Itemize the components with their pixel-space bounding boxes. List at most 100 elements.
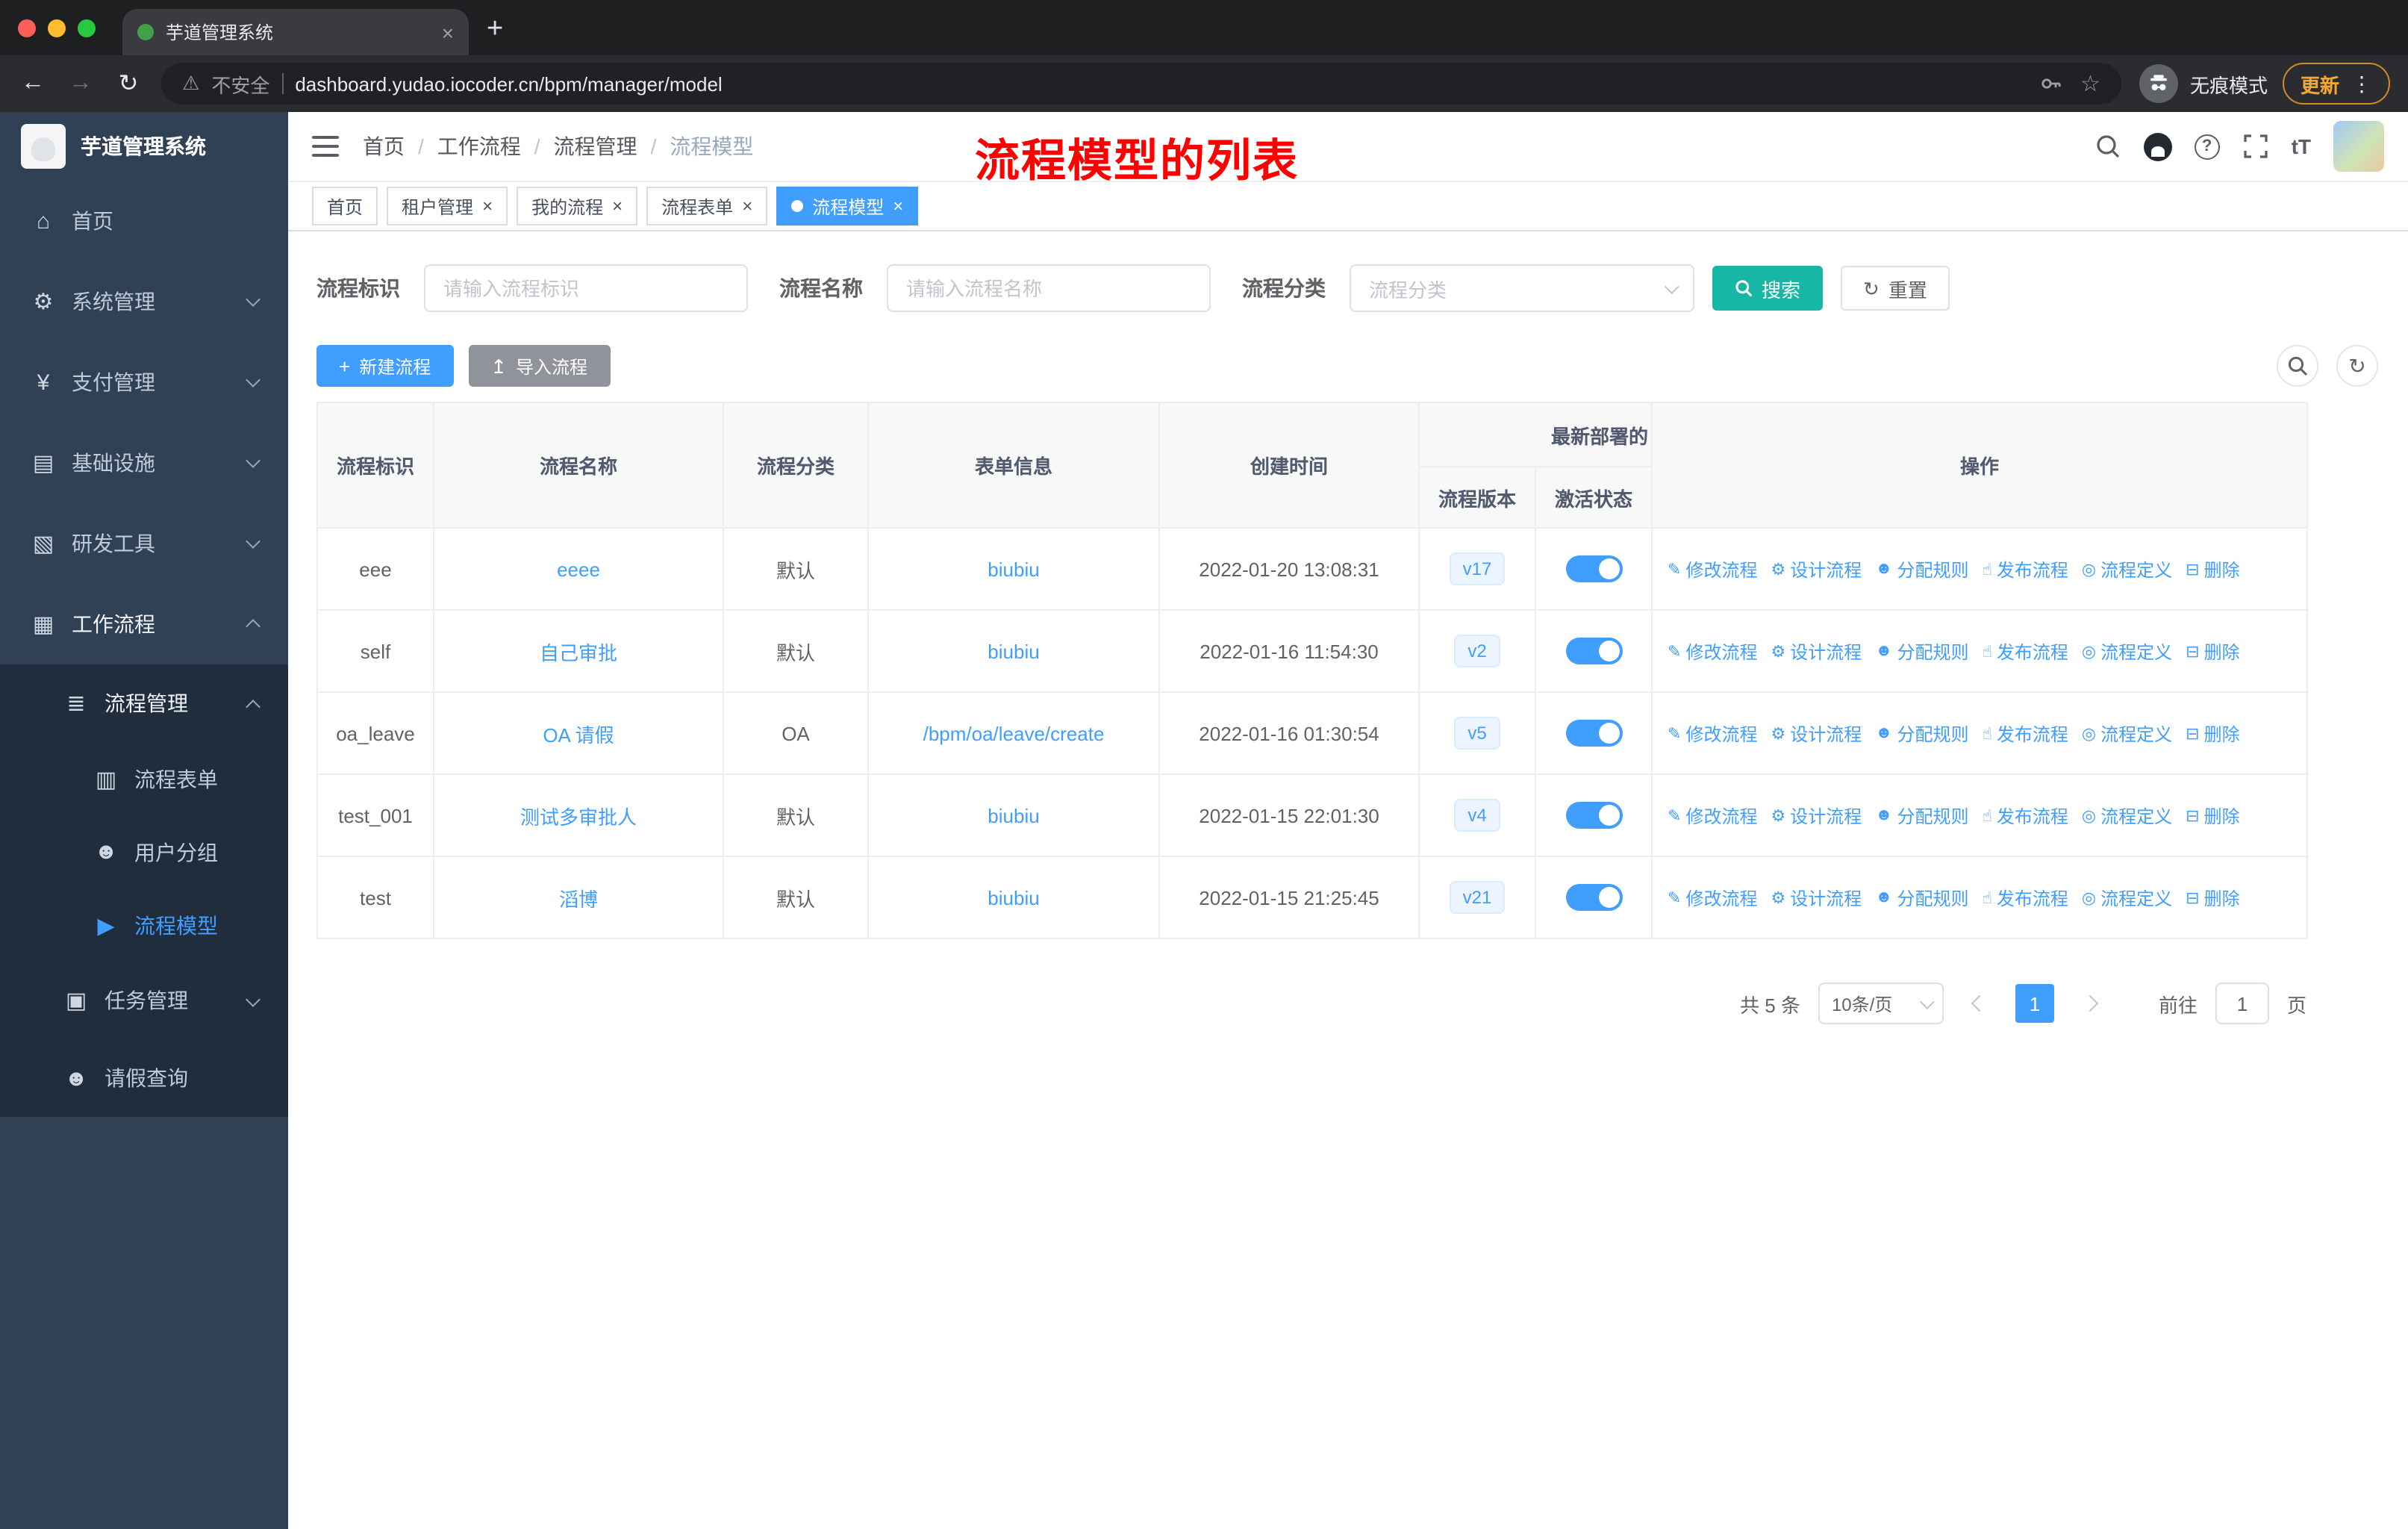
action-edit-link[interactable]: ✎ 修改流程	[1668, 638, 1757, 664]
reload-icon[interactable]: ↻	[113, 69, 143, 99]
page-number-1[interactable]: 1	[2015, 984, 2054, 1023]
action-design-link[interactable]: ⚙ 设计流程	[1771, 638, 1862, 664]
action-design-link[interactable]: ⚙ 设计流程	[1771, 556, 1862, 582]
close-icon[interactable]: ×	[612, 197, 623, 215]
sidebar-item-infrastructure[interactable]: ▤ 基础设施	[0, 423, 288, 503]
action-design-link[interactable]: ⚙ 设计流程	[1771, 720, 1862, 746]
sidebar-item-workflow[interactable]: ▦ 工作流程	[0, 584, 288, 664]
action-definition-link[interactable]: ◎ 流程定义	[2082, 885, 2172, 910]
refresh-table-icon[interactable]: ↻	[2336, 345, 2378, 387]
active-toggle[interactable]	[1565, 555, 1622, 582]
action-edit-link[interactable]: ✎ 修改流程	[1668, 803, 1757, 828]
breadcrumb-process-manage[interactable]: 流程管理	[554, 131, 637, 161]
browser-tab[interactable]: 芋道管理系统 ×	[122, 9, 469, 55]
form-info-link[interactable]: biubiu	[988, 558, 1039, 580]
action-edit-link[interactable]: ✎ 修改流程	[1668, 885, 1757, 910]
key-icon[interactable]	[2039, 72, 2062, 96]
form-info-link[interactable]: biubiu	[988, 804, 1039, 826]
action-design-link[interactable]: ⚙ 设计流程	[1771, 885, 1862, 910]
action-assign-rule-link[interactable]: ☻ 分配规则	[1875, 556, 1968, 582]
minimize-window-button[interactable]	[48, 19, 66, 37]
browser-menu-icon[interactable]: ⋮	[2351, 71, 2372, 96]
goto-page-input[interactable]	[2215, 983, 2269, 1024]
process-name-link[interactable]: 自己审批	[540, 641, 617, 664]
prev-page-button[interactable]	[1962, 985, 1997, 1021]
action-definition-link[interactable]: ◎ 流程定义	[2082, 720, 2172, 746]
breadcrumb-workflow[interactable]: 工作流程	[437, 131, 521, 161]
new-tab-button[interactable]: +	[487, 13, 503, 46]
active-toggle[interactable]	[1565, 720, 1622, 747]
action-publish-link[interactable]: ☝ 发布流程	[1982, 720, 2068, 746]
process-key-input[interactable]	[424, 264, 748, 312]
sidebar-item-system[interactable]: ⚙ 系统管理	[0, 261, 288, 342]
tag-view-3[interactable]: 流程表单 ×	[646, 187, 768, 225]
sidebar-item-process-model[interactable]: ▶ 流程模型	[0, 888, 288, 962]
form-info-link[interactable]: biubiu	[988, 640, 1039, 662]
back-icon[interactable]: ←	[18, 70, 48, 97]
url-text[interactable]: dashboard.yudao.iocoder.cn/bpm/manager/m…	[295, 72, 2027, 95]
action-definition-link[interactable]: ◎ 流程定义	[2082, 803, 2172, 828]
active-toggle[interactable]	[1565, 884, 1622, 911]
action-edit-link[interactable]: ✎ 修改流程	[1668, 720, 1757, 746]
breadcrumb-home[interactable]: 首页	[363, 131, 405, 161]
browser-update-button[interactable]: 更新 ⋮	[2282, 63, 2390, 105]
sidebar-item-user-group[interactable]: ☻ 用户分组	[0, 815, 288, 888]
action-publish-link[interactable]: ☝ 发布流程	[1982, 638, 2068, 664]
action-assign-rule-link[interactable]: ☻ 分配规则	[1875, 803, 1968, 828]
bookmark-star-icon[interactable]: ☆	[2080, 70, 2100, 97]
close-icon[interactable]: ×	[742, 197, 752, 215]
sidebar-item-process-manage[interactable]: ≣ 流程管理	[0, 664, 288, 742]
form-info-link[interactable]: biubiu	[988, 886, 1039, 909]
fullscreen-icon[interactable]	[2242, 133, 2269, 160]
action-publish-link[interactable]: ☝ 发布流程	[1982, 885, 2068, 910]
tab-close-icon[interactable]: ×	[442, 20, 454, 44]
tag-view-4[interactable]: 流程模型 ×	[776, 187, 919, 225]
show-search-icon[interactable]	[2277, 345, 2318, 387]
sidebar-item-home[interactable]: ⌂ 首页	[0, 181, 288, 261]
github-icon[interactable]	[2143, 132, 2172, 161]
active-toggle[interactable]	[1565, 802, 1622, 829]
action-definition-link[interactable]: ◎ 流程定义	[2082, 638, 2172, 664]
action-assign-rule-link[interactable]: ☻ 分配规则	[1875, 638, 1968, 664]
action-delete-link[interactable]: ⊟ 删除	[2186, 803, 2239, 828]
action-publish-link[interactable]: ☝ 发布流程	[1982, 556, 2068, 582]
import-process-button[interactable]: ↥ 导入流程	[468, 345, 611, 387]
user-avatar[interactable]	[2333, 121, 2384, 172]
close-icon[interactable]: ×	[893, 197, 903, 215]
action-delete-link[interactable]: ⊟ 删除	[2186, 885, 2239, 910]
sidebar-item-dev-tools[interactable]: ▧ 研发工具	[0, 503, 288, 584]
tag-view-1[interactable]: 租户管理 ×	[387, 187, 508, 225]
sidebar-logo[interactable]: 芋道管理系统	[0, 112, 288, 181]
security-label[interactable]: 不安全	[211, 69, 269, 98]
sidebar-item-task-manage[interactable]: ▣ 任务管理	[0, 962, 288, 1039]
tag-view-0[interactable]: 首页	[312, 187, 378, 225]
process-name-link[interactable]: 滔博	[559, 888, 598, 910]
next-page-button[interactable]	[2072, 985, 2108, 1021]
process-name-link[interactable]: eeee	[557, 558, 600, 580]
sidebar-item-payment[interactable]: ¥ 支付管理	[0, 342, 288, 423]
action-publish-link[interactable]: ☝ 发布流程	[1982, 803, 2068, 828]
action-delete-link[interactable]: ⊟ 删除	[2186, 720, 2239, 746]
action-edit-link[interactable]: ✎ 修改流程	[1668, 556, 1757, 582]
action-assign-rule-link[interactable]: ☻ 分配规则	[1875, 885, 1968, 910]
form-info-link[interactable]: /bpm/oa/leave/create	[923, 722, 1105, 744]
process-name-input[interactable]	[887, 264, 1211, 312]
close-window-button[interactable]	[18, 19, 36, 37]
process-name-link[interactable]: OA 请假	[543, 723, 614, 746]
active-toggle[interactable]	[1565, 638, 1622, 664]
collapse-sidebar-icon[interactable]	[312, 136, 339, 157]
reset-button[interactable]: ↻ 重置	[1841, 266, 1950, 311]
search-icon[interactable]	[2094, 133, 2121, 160]
action-assign-rule-link[interactable]: ☻ 分配规则	[1875, 720, 1968, 746]
action-delete-link[interactable]: ⊟ 删除	[2186, 638, 2239, 664]
create-process-button[interactable]: + 新建流程	[316, 345, 454, 387]
action-definition-link[interactable]: ◎ 流程定义	[2082, 556, 2172, 582]
help-icon[interactable]: ?	[2194, 134, 2220, 159]
close-icon[interactable]: ×	[482, 197, 493, 215]
tag-view-2[interactable]: 我的流程 ×	[517, 187, 638, 225]
forward-icon[interactable]: →	[66, 70, 96, 97]
sidebar-item-process-form[interactable]: ▥ 流程表单	[0, 742, 288, 815]
font-size-icon[interactable]: tT	[2292, 134, 2311, 158]
process-name-link[interactable]: 测试多审批人	[520, 806, 637, 828]
process-category-select[interactable]: 流程分类	[1350, 264, 1694, 312]
